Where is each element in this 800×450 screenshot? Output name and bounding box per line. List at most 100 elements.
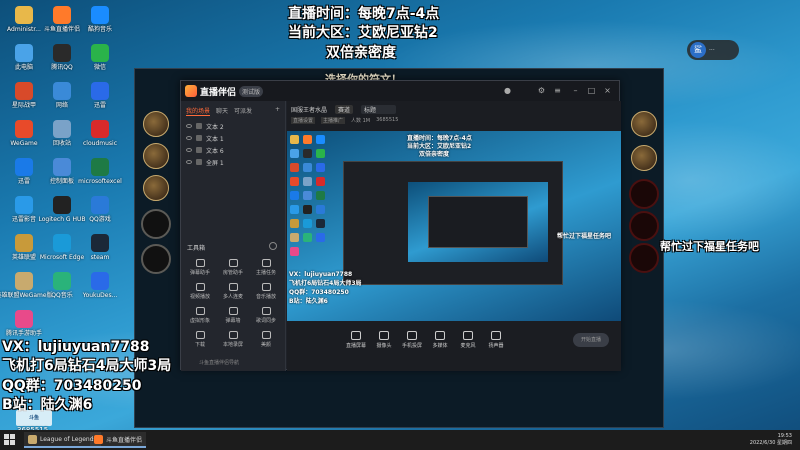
desktop-icon[interactable]: Administr... (4, 2, 44, 42)
stream-preview[interactable]: 直播时间：每晚7点-4点 当前大区：艾欧尼亚钻2 双倍亲密度 VX：lujiuy… (287, 131, 621, 321)
desktop-icon[interactable]: 此电脑 (4, 40, 44, 80)
category-chip[interactable]: 赛道 (335, 105, 354, 114)
toolbox-tool[interactable]: 多人连麦 (218, 283, 248, 305)
stream-control-pill[interactable]: 鲨 ··· (687, 40, 739, 60)
toolbox-more-icon[interactable] (269, 242, 277, 250)
promote-button[interactable]: 主播推广 (321, 117, 346, 124)
desktop-icon[interactable]: 迅雷 (4, 154, 44, 194)
eye-icon[interactable] (186, 160, 192, 164)
scene-item[interactable]: 文本 6 (181, 144, 285, 156)
text-source-icon (196, 123, 202, 129)
fortune-task-request: 帮忙过下福星任务吧 (660, 240, 759, 253)
desktop-icon[interactable]: 微信 (80, 40, 120, 80)
preview-app-icon (290, 205, 299, 214)
toolbox-tool[interactable]: 弹幕墙 (218, 307, 248, 329)
taskbar-app-label: 斗鱼直播伴侣 (106, 436, 143, 444)
desktop-icon[interactable]: 网络 (42, 78, 82, 118)
toolbox-tool[interactable]: 本地录屏 (218, 331, 248, 353)
desktop-icon[interactable]: 酷狗音乐 (80, 2, 120, 42)
taskbar-app[interactable]: 斗鱼直播伴侣 (90, 432, 147, 448)
title-field[interactable]: 标题 (361, 105, 397, 114)
desktop-icon[interactable]: 斗鱼直播伴侣 (42, 2, 82, 42)
control-icon (435, 331, 445, 340)
preview-app-icon (303, 135, 312, 144)
minimize-icon[interactable]: – (571, 86, 580, 95)
tab-my-scenes[interactable]: 我的场景 (186, 106, 211, 116)
desktop-icon-label: Microsoft Edge (39, 254, 85, 261)
desktop-icon[interactable]: 迅雷 (80, 78, 120, 118)
title-bar[interactable]: 直播伴侣 测试版 ● ⚙ ≡ – □ × (181, 81, 619, 101)
sidebar-tabs: 我的场景 聊天 可派发 + (181, 101, 285, 120)
desktop-icon[interactable]: Logitech G HUB (39, 192, 86, 232)
eye-icon[interactable] (186, 148, 192, 152)
desktop-icon[interactable]: 控制面板 (42, 154, 82, 194)
toolbox-tool[interactable]: 主播任务 (251, 259, 281, 281)
tool-icon (261, 307, 271, 315)
preview-app-icon (316, 163, 325, 172)
douyu-logo-icon (185, 85, 197, 97)
control-icon (351, 331, 361, 340)
desktop-icon[interactable]: 英雄联盟 (4, 230, 44, 270)
toolbox-tool[interactable]: 虚拟形象 (185, 307, 215, 329)
desktop-icon[interactable]: 英雄联盟WeGame版 (0, 268, 53, 308)
desktop-icon[interactable]: steam (80, 230, 120, 270)
server-region-text: 当前大区：艾欧尼亚钻2 (288, 25, 438, 41)
live-settings-button[interactable]: 直播设置 (291, 117, 316, 124)
footer-note[interactable]: 斗鱼直播伴侣导航 (199, 359, 239, 366)
toolbox-tool[interactable]: 房管助手 (218, 259, 248, 281)
source-control[interactable]: 直播屏幕 (341, 331, 371, 357)
toolbox-tool[interactable]: 音乐播放 (251, 283, 281, 305)
desktop-icon-label: 控制面板 (49, 178, 74, 185)
desktop-icon-label: 酷狗音乐 (87, 26, 112, 33)
source-control[interactable]: 扬声器 (481, 331, 511, 357)
toolbox-tool[interactable]: 美颜 (251, 331, 281, 353)
desktop-icon[interactable]: 迅雷影音 (4, 192, 44, 232)
start-stream-button[interactable]: 开始直播 (573, 333, 609, 347)
system-clock[interactable]: 19:53 2022/6/30 星期四 (750, 433, 792, 447)
settings-icon[interactable]: ⚙ (537, 86, 546, 95)
tool-label: 歌词同步 (255, 318, 276, 324)
ally-champion-portrait[interactable] (143, 143, 169, 169)
app-icon (15, 6, 33, 24)
taskbar-app-label: League of Legends (40, 435, 97, 443)
scene-item[interactable]: 文本 1 (181, 132, 285, 144)
avatar-icon[interactable]: ● (503, 86, 512, 95)
desktop-icon[interactable]: YoukuDes... (80, 268, 120, 308)
desktop-icon[interactable]: 星际战甲 (4, 78, 44, 118)
eye-icon[interactable] (186, 124, 192, 128)
desktop-icon[interactable]: Microsoft Edge (39, 230, 85, 270)
menu-icon[interactable]: ≡ (553, 86, 562, 95)
desktop-icon[interactable]: 腾讯QQ (42, 40, 82, 80)
ally-pick-slot (141, 209, 171, 239)
desktop-icon[interactable]: QQ音乐 (42, 268, 82, 308)
source-control[interactable]: 麦克风 (453, 331, 483, 357)
eye-icon[interactable] (186, 136, 192, 140)
stream-schedule-text: 直播时间：每晚7点-4点 (288, 6, 440, 22)
ally-champion-portrait[interactable] (143, 111, 169, 137)
scene-item[interactable]: 文本 2 (181, 120, 285, 132)
close-icon[interactable]: × (603, 86, 612, 95)
windows-start-icon[interactable] (4, 434, 16, 446)
toolbox-tool[interactable]: 歌词同步 (251, 307, 281, 329)
source-control[interactable]: 多媒体 (425, 331, 455, 357)
ally-champion-portrait[interactable] (143, 175, 169, 201)
toolbox-tool[interactable]: 下载 (185, 331, 215, 353)
app-icon (53, 272, 71, 290)
toolbox-tool[interactable]: 视频播放 (185, 283, 215, 305)
scene-item[interactable]: 全屏 1 (181, 156, 285, 168)
desktop-icon[interactable]: microsoftexcel (78, 154, 122, 194)
source-control[interactable]: 手机投屏 (397, 331, 427, 357)
maximize-icon[interactable]: □ (587, 86, 596, 95)
desktop-icon[interactable]: cloudmusic (80, 116, 120, 156)
desktop-icon[interactable]: 回收站 (42, 116, 82, 156)
toolbox-tool[interactable]: 弹幕助手 (185, 259, 215, 281)
desktop-icon[interactable]: QQ游戏 (80, 192, 120, 232)
tab-chat[interactable]: 聊天 (216, 106, 228, 116)
desktop-icon[interactable]: WeGame (4, 116, 44, 156)
tool-label: 多人连麦 (222, 294, 243, 300)
source-control[interactable]: 摄像头 (369, 331, 399, 357)
tool-icon (195, 259, 205, 267)
tab-dispatch[interactable]: 可派发 (234, 106, 252, 116)
add-scene-icon[interactable]: + (275, 106, 280, 116)
taskbar: League of Legends 斗鱼直播伴侣 19:53 2022/6/30 … (0, 430, 800, 450)
